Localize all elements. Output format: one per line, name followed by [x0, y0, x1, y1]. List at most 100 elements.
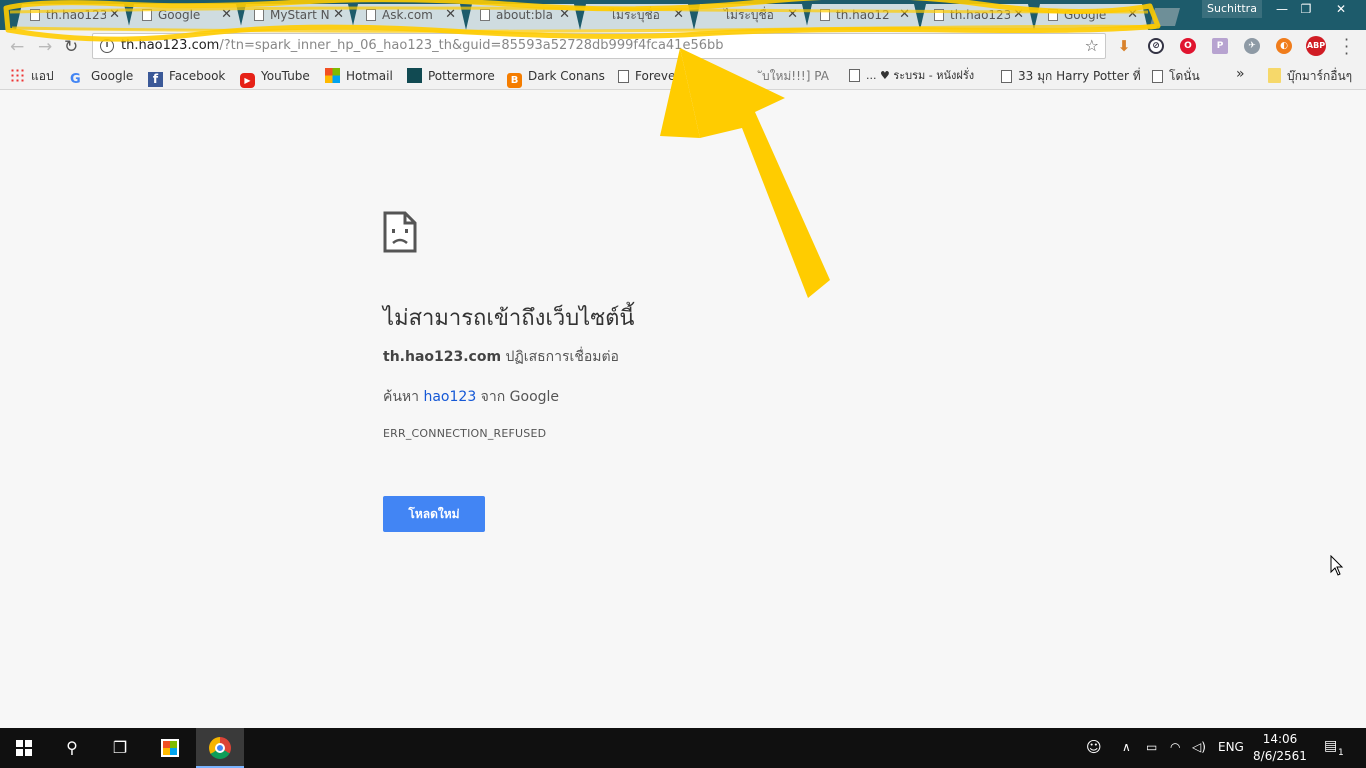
page-icon — [366, 9, 376, 21]
search-prefix: ค้นหา — [383, 389, 424, 405]
windows-icon — [325, 68, 340, 83]
notification-count: 1 — [1338, 748, 1344, 758]
taskbar: ⚲ ❐ ☺ ∧ ▭ ◠ ◁) ENG 14:06 8/6/2561 ▤ 1 — [0, 728, 1366, 768]
page-icon — [1001, 70, 1012, 83]
people-icon[interactable]: ☺ — [1086, 738, 1102, 756]
pdf-icon[interactable]: P — [1212, 38, 1228, 54]
tab-3[interactable]: MyStart N ✕ — [240, 4, 354, 30]
apps-icon — [10, 68, 25, 83]
language-indicator[interactable]: ENG — [1218, 740, 1244, 754]
close-tab-icon[interactable]: ✕ — [333, 4, 344, 26]
bookmark-new[interactable]: ับใหม่!!!] PA — [762, 68, 829, 84]
volume-icon[interactable]: ◁) — [1192, 740, 1206, 754]
battery-icon[interactable]: ▭ — [1146, 740, 1157, 754]
tab-strip: th.hao123 ✕ Google ✕ MyStart N ✕ Ask.com ✕ a… — [0, 0, 1366, 30]
tab-9[interactable]: th.hao123 ✕ — [920, 4, 1034, 30]
back-icon[interactable]: ← — [10, 37, 24, 57]
bookmark-movies[interactable]: ... ♥ ระบรม - หนังฝรั่ง — [849, 68, 974, 84]
close-tab-icon[interactable]: ✕ — [221, 4, 232, 26]
tab-1[interactable]: th.hao123 ✕ — [16, 4, 130, 30]
profile-button[interactable]: Suchittra — [1202, 0, 1262, 18]
bookmark-pottermore[interactable]: Pottermore — [407, 68, 495, 84]
close-tab-icon[interactable]: ✕ — [787, 4, 798, 26]
tab-10[interactable]: Google ✕ — [1034, 4, 1148, 30]
star-icon[interactable]: ☆ — [1085, 34, 1099, 58]
reload-icon[interactable]: ↻ — [64, 37, 78, 57]
reload-button[interactable]: โหลดใหม่ — [383, 496, 485, 532]
page-icon — [480, 9, 490, 21]
bookmark-apps[interactable]: แอป — [10, 68, 54, 84]
adblock-icon[interactable]: ABP — [1306, 36, 1326, 56]
bookmark-facebook[interactable]: f Facebook — [148, 68, 225, 87]
bookmark-youtube[interactable]: ▶ YouTube — [240, 68, 310, 88]
bookmark-harry-potter[interactable]: 33 มุก Harry Potter ที่ — [1001, 68, 1141, 84]
start-button[interactable] — [0, 728, 48, 768]
page-icon — [1048, 9, 1058, 21]
search-suffix: จาก Google — [476, 389, 560, 405]
opera-icon[interactable]: O — [1180, 38, 1196, 54]
toolbar: ← → ↻ i th.hao123.com/?tn=spark_inner_hp… — [0, 30, 1366, 63]
close-tab-icon[interactable]: ✕ — [559, 4, 570, 26]
search-link[interactable]: hao123 — [423, 389, 476, 405]
clock[interactable]: 14:06 8/6/2561 — [1250, 731, 1310, 765]
page-icon — [254, 9, 264, 21]
error-page: ไม่สามารถเข้าถึงเว็บไซต์นี้ th.hao123.co… — [0, 90, 1366, 728]
close-window-button[interactable]: ✕ — [1318, 0, 1364, 18]
bookmarks-overflow-button[interactable]: » — [1236, 66, 1245, 82]
tab-4[interactable]: Ask.com ✕ — [352, 4, 466, 30]
maximize-button[interactable]: ❐ — [1294, 0, 1318, 18]
search-icon[interactable]: ⚲ — [48, 728, 96, 768]
close-tab-icon[interactable]: ✕ — [673, 4, 684, 26]
url-host: th.hao123.com — [121, 38, 220, 53]
close-tab-icon[interactable]: ✕ — [1127, 4, 1138, 26]
close-tab-icon[interactable]: ✕ — [445, 4, 456, 26]
bird-icon[interactable]: ✈ — [1244, 38, 1260, 54]
bookmark-hotmail[interactable]: Hotmail — [325, 68, 393, 84]
bookmark-donan[interactable]: โดนั่น — [1152, 68, 1200, 84]
download-icon[interactable]: ⬇ — [1116, 38, 1132, 54]
address-bar[interactable]: i th.hao123.com/?tn=spark_inner_hp_06_ha… — [92, 33, 1106, 59]
google-icon: G — [70, 72, 81, 87]
page-icon — [934, 9, 944, 21]
page-icon — [820, 9, 830, 21]
minimize-button[interactable]: — — [1270, 0, 1294, 18]
task-view-icon[interactable]: ❐ — [96, 728, 144, 768]
show-hidden-icons[interactable]: ∧ — [1122, 740, 1131, 754]
chrome-taskbar-icon[interactable] — [196, 728, 244, 768]
close-tab-icon[interactable]: ✕ — [109, 4, 120, 26]
menu-icon[interactable]: · · · — [1344, 32, 1349, 62]
tab-5[interactable]: about:bla ✕ — [466, 4, 580, 30]
sad-page-icon — [383, 211, 417, 253]
other-bookmarks[interactable]: บุ๊กมาร์กอื่นๆ — [1268, 68, 1352, 84]
page-icon — [142, 9, 152, 21]
store-icon[interactable] — [146, 728, 194, 768]
url-path: /?tn=spark_inner_hp_06_hao123_th&guid=85… — [219, 38, 724, 53]
info-icon[interactable]: i — [100, 39, 114, 53]
new-tab-button[interactable] — [1150, 8, 1180, 26]
page-icon — [1152, 70, 1163, 83]
wifi-icon[interactable]: ◠ — [1170, 740, 1180, 754]
tab-2[interactable]: Google ✕ — [128, 4, 242, 30]
orange-icon[interactable]: ◐ — [1276, 38, 1292, 54]
page-icon — [849, 69, 860, 82]
close-tab-icon[interactable]: ✕ — [1013, 4, 1024, 26]
blogger-icon: B — [507, 73, 522, 88]
facebook-icon: f — [148, 72, 163, 87]
tab-8[interactable]: th.hao12 ✕ — [806, 4, 920, 30]
close-tab-icon[interactable]: ✕ — [899, 4, 910, 26]
tab-6[interactable]: ไม่ระบุชื่อ ✕ — [580, 4, 694, 30]
mouse-cursor-icon — [1330, 555, 1344, 576]
block-icon[interactable]: ⊘ — [1148, 38, 1164, 54]
page-icon — [618, 70, 629, 83]
bookmark-google[interactable]: G Google — [70, 68, 133, 87]
tab-7[interactable]: ไม่ระบุชื่อ ✕ — [694, 4, 808, 30]
notifications-icon[interactable]: ▤ — [1324, 738, 1337, 754]
error-search-suggestion: ค้นหา hao123 จาก Google — [383, 386, 559, 408]
bookmarks-bar: แอป G Google f Facebook ▶ YouTube Hotmail P… — [0, 63, 1366, 90]
bookmark-dark-conans[interactable]: B Dark Conans — [507, 68, 605, 88]
error-detail-text: ปฏิเสธการเชื่อมต่อ — [501, 349, 619, 365]
error-host: th.hao123.com — [383, 349, 502, 365]
bookmark-forever[interactable]: Foreve — [618, 68, 675, 84]
forward-icon[interactable]: → — [38, 37, 52, 57]
error-title: ไม่สามารถเข้าถึงเว็บไซต์นี้ — [383, 306, 635, 331]
